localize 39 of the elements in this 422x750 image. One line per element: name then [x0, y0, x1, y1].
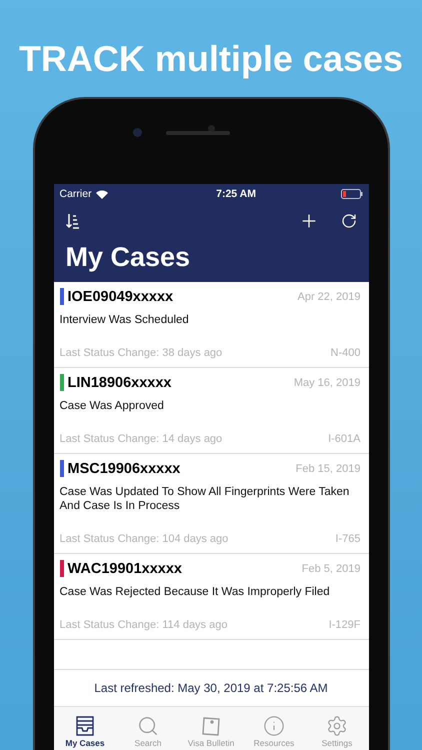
receipt-number: IOE09049xxxxx — [68, 288, 174, 304]
page-title: My Cases — [64, 241, 192, 274]
sort-icon[interactable] — [66, 213, 80, 229]
case-status: Case Was Rejected Because It Was Improperly Filed — [60, 585, 331, 599]
receipt-number: LIN18906xxxxx — [68, 374, 172, 390]
form-type: I-129F — [328, 619, 360, 631]
receipt-number: MSC19906xxxxx — [68, 460, 180, 476]
case-status: Interview Was Scheduled — [60, 313, 190, 327]
case-date: May 16, 2019 — [294, 376, 360, 388]
last-status-change: Last Status Change: 14 days ago — [60, 433, 222, 445]
case-date: Feb 5, 2019 — [302, 562, 360, 574]
receipt-number: WAC19901xxxxx — [68, 560, 182, 576]
case-card[interactable]: IOE09049xxxxx Apr 22, 2019 Interview Was Scheduled Last Status Change: 38 days ago N-400 — [54, 282, 368, 368]
last-status-change: Last Status Change: 104 days ago — [60, 533, 228, 545]
headline: TRACK multiple cases — [18, 37, 404, 81]
case-status: Case Was Approved — [60, 399, 165, 413]
carrier-label: Carrier — [60, 188, 92, 200]
case-date: Feb 15, 2019 — [296, 462, 360, 474]
camera-lens — [132, 128, 142, 137]
battery-icon — [340, 189, 362, 199]
form-type: I-765 — [335, 533, 360, 545]
case-card[interactable]: WAC19901xxxxx Feb 5, 2019 Case Was Rejected Because It Was Improperly Filed Last Status Change: 114 days ago I-129F — [54, 554, 368, 640]
case-card[interactable]: LIN18906xxxxx May 16, 2019 Case Was Approved Last Status Change: 14 days ago I-601A — [54, 368, 368, 454]
wifi-icon — [96, 190, 108, 198]
case-status: Case Was Updated To Show All Fingerprints Were Taken And Case Is In Process — [60, 485, 350, 513]
search-icon — [137, 715, 159, 737]
last-status-change: Last Status Change: 114 days ago — [60, 619, 228, 631]
refresh-icon[interactable] — [340, 213, 356, 229]
inbox-icon — [74, 715, 96, 737]
last-status-change: Last Status Change: 38 days ago — [60, 347, 222, 359]
case-card[interactable]: MSC19906xxxxx Feb 15, 2019 Case Was Updated To Show All Fingerprints Were Taken And Case Is In Process Last Status Change: 104 days ago I-765 — [54, 454, 368, 554]
clock: 7:25 AM — [216, 188, 256, 200]
note-icon — [200, 715, 222, 737]
info-icon — [263, 715, 285, 737]
tab[interactable]: My Cases — [54, 707, 116, 750]
case-date: Apr 22, 2019 — [298, 290, 360, 302]
settings-icon — [326, 715, 348, 737]
form-type: N-400 — [330, 347, 360, 359]
form-type: I-601A — [328, 433, 360, 445]
